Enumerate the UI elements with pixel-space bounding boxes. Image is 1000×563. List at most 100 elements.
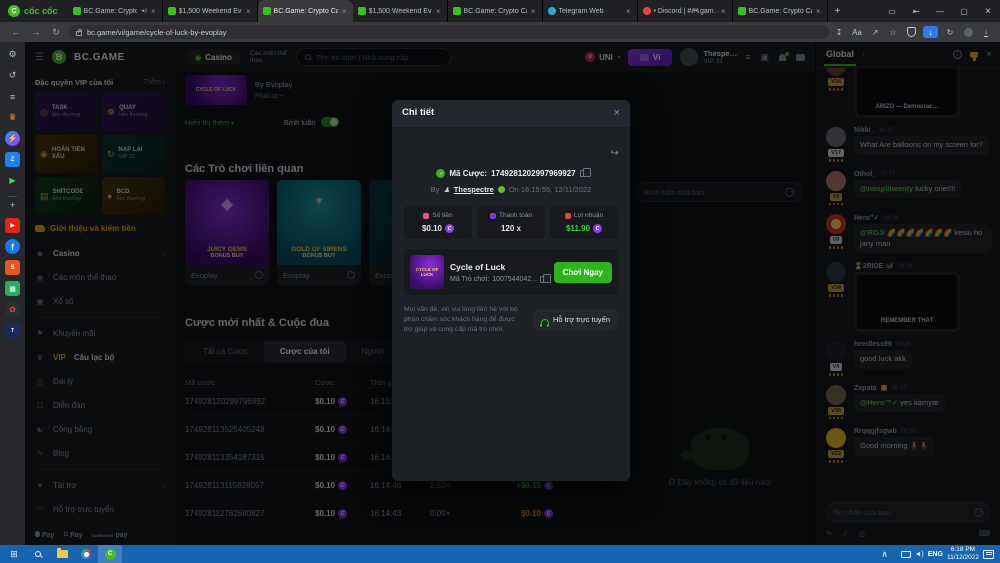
share-icon[interactable] [610, 148, 618, 159]
keyboard-icon[interactable]: ⌨ [978, 529, 990, 538]
back-button[interactable]: ← [8, 27, 24, 37]
tab-close-button[interactable] [435, 7, 442, 16]
promo-card[interactable]: ● BCD tiền thưởng [102, 177, 165, 215]
browser-tab[interactable]: BC.Game: Crypto Ca… ◄) [733, 0, 828, 22]
chat-input-box[interactable] [824, 501, 992, 523]
chat-input[interactable] [833, 508, 974, 517]
network-icon[interactable] [901, 551, 911, 558]
sidebar-menu-item[interactable]: ◎ Đại lý [35, 369, 165, 393]
comment-box[interactable] [635, 182, 803, 202]
addressbar-icon[interactable]: Aa [851, 26, 863, 38]
coccoc-taskbar-icon[interactable] [98, 545, 122, 563]
wallet-button[interactable]: Ví [628, 49, 673, 66]
show-more-link[interactable]: Hiển thị thêm [185, 118, 234, 127]
sidebar-ext-icon[interactable]: ≡ [5, 89, 20, 104]
dice-icon[interactable]: ◎ [858, 529, 865, 538]
avatar[interactable] [826, 214, 846, 234]
browser-tab[interactable]: BC.Game: Crypto Ca… ◄) [448, 0, 543, 22]
addressbar-icon[interactable] [962, 26, 974, 38]
promo-card[interactable]: ☸ QUAY tiền thưởng [102, 93, 165, 131]
sidebar-ext-icon[interactable]: ▶ [5, 173, 20, 188]
sidebar-menu-item[interactable]: ☷ Diễn đàn [35, 393, 165, 417]
sidebar-ext-icon[interactable]: ⚡ [5, 131, 20, 146]
sidebar-ext-icon[interactable]: Z [5, 152, 20, 167]
addressbar-icon[interactable]: ☆ [887, 26, 899, 38]
related-game-card[interactable]: GOLD OF SIRENS BONUS BUY Evoplay [277, 180, 361, 285]
tab-casino[interactable]: ◆ Casino [185, 50, 242, 65]
sidebar-menu-item[interactable]: ♛ VIP Câu lạc bộ [35, 345, 165, 369]
sidebar-ext-icon[interactable]: S [5, 260, 20, 275]
search-input[interactable] [316, 53, 442, 62]
chat-close-icon[interactable]: × [986, 49, 992, 60]
chrome-icon[interactable] [74, 545, 98, 563]
bell-icon[interactable] [779, 54, 786, 61]
currency-selector[interactable]: U UNI [585, 52, 620, 62]
comment-input[interactable] [644, 188, 785, 197]
game-provider[interactable]: By Evoplay [255, 80, 293, 89]
language-indicator[interactable]: ENG [928, 551, 943, 558]
sidebar-menu-item[interactable]: ◠ Hỗ trợ trực tuyến [35, 497, 165, 521]
chat-username[interactable]: Hero"✓ [854, 214, 879, 222]
tab-search-icon[interactable] [880, 0, 904, 22]
referral-link[interactable]: Giới thiệu và kiếm tiền [35, 224, 165, 233]
avatar[interactable] [826, 262, 846, 282]
bet-tab[interactable]: Tất cả Cược [187, 341, 264, 362]
sidebar-ext-icon[interactable]: f [5, 239, 20, 254]
copy-icon[interactable] [540, 276, 546, 283]
browser-tab[interactable]: $1,500 Weekend Ev… ◄) [353, 0, 448, 22]
new-tab-button[interactable]: + [828, 0, 848, 22]
browser-tab[interactable]: $1,500 Weekend Ev… ◄) [163, 0, 258, 22]
emoji-icon[interactable] [974, 508, 983, 517]
transactions-icon[interactable]: ≡ [745, 52, 750, 62]
chevron-right-icon[interactable]: › [862, 50, 865, 59]
chat-username[interactable]: ⌛2RIDE 🦋 [854, 262, 894, 270]
browser-tab[interactable]: BC.Game: Crypto Ca… ◄) [258, 0, 353, 22]
collapse-sidebar-icon[interactable] [904, 0, 928, 22]
tab-sports[interactable]: Các môn thể thao [250, 50, 288, 65]
promo-card[interactable]: ◉ HOÀN TIỀN XẤU [35, 135, 98, 173]
promo-card[interactable]: ◎ TASK tiền thưởng [35, 93, 98, 131]
chat-username[interactable]: Zapata [854, 385, 877, 392]
vip-more-link[interactable]: Thêm [143, 79, 165, 86]
avatar[interactable] [826, 68, 846, 76]
addressbar-icon[interactable]: ↓ [980, 26, 992, 38]
sidebar-menu-item[interactable]: ◆ Casino › [35, 241, 165, 265]
sidebar-ext-icon[interactable]: ▶ [5, 218, 20, 233]
maximize-button[interactable] [952, 0, 976, 22]
chat-room-tab[interactable]: Global [824, 44, 856, 66]
addressbar-icon[interactable]: ↗ [869, 26, 881, 38]
forward-button[interactable]: → [28, 27, 44, 37]
minimize-button[interactable] [928, 0, 952, 22]
sidebar-menu-item[interactable]: ♥ Tài trợ › [35, 469, 165, 497]
chat-image[interactable]: ARIZO — Democrac… [857, 68, 957, 115]
bet-user-link[interactable]: Thespectre [454, 185, 494, 194]
sidebar-ext-icon[interactable]: T [5, 323, 20, 338]
tab-close-button[interactable] [625, 7, 632, 16]
info-icon[interactable] [255, 271, 263, 279]
bet-tab[interactable]: Cược của tôi [264, 341, 346, 362]
avatar[interactable] [826, 428, 846, 448]
browser-tab[interactable]: • Discord | #🎮gam… ◄) [638, 0, 733, 22]
file-explorer-icon[interactable] [50, 545, 74, 563]
sidebar-ext-icon[interactable]: ✿ [5, 302, 20, 317]
addressbar-icon[interactable]: ↻ [944, 26, 956, 38]
info-icon[interactable] [347, 271, 355, 279]
avatar[interactable] [826, 127, 846, 147]
tray-caret-icon[interactable]: ∧ [873, 545, 897, 563]
play-now-button[interactable]: Chơi Ngay [554, 262, 612, 283]
mention[interactable]: @ROJi [860, 228, 885, 237]
taskbar-search-icon[interactable] [26, 545, 50, 563]
game-thumbnail[interactable]: CYCLE OF LUCK [185, 75, 247, 105]
commands-icon[interactable]: ∕ [845, 529, 846, 538]
trophy-icon[interactable] [970, 52, 978, 58]
reload-button[interactable]: ↻ [48, 27, 64, 38]
game-search[interactable] [296, 48, 451, 66]
mention[interactable]: @Hero™✓ [860, 398, 898, 407]
live-support-button[interactable]: Hỗ trợ trực tuyến [533, 309, 618, 330]
url-field[interactable]: bc.game/vi/game/cycle-of-luck-by-evoplay [68, 25, 829, 39]
coccoc-brand[interactable]: C cốc cốc [0, 0, 68, 22]
modal-close-icon[interactable]: × [614, 107, 620, 119]
chat-username[interactable]: Nikki_ [854, 127, 875, 134]
start-button[interactable]: ⊞ [2, 545, 26, 563]
sidebar-ext-icon[interactable]: ⚙ [5, 47, 20, 62]
